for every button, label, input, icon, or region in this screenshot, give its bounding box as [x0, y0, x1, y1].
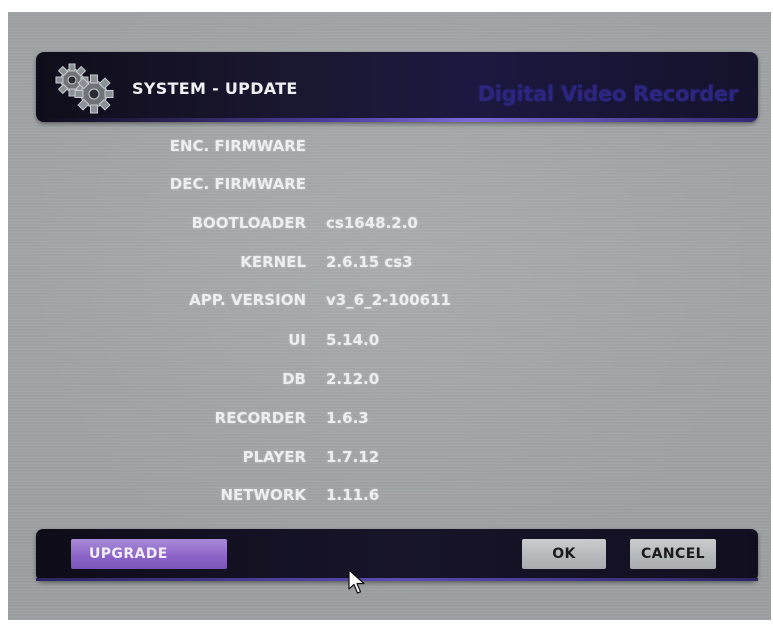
info-label: UI: [288, 331, 306, 349]
info-label: DEC. FIRMWARE: [169, 175, 306, 193]
info-value: 1.6.3: [326, 409, 369, 427]
info-value: 1.7.12: [326, 448, 380, 466]
info-value: 5.14.0: [326, 331, 380, 349]
info-label: ENC. FIRMWARE: [169, 137, 306, 155]
info-label: KERNEL: [240, 253, 306, 271]
info-row-enc-firmware: ENC. FIRMWARE: [8, 137, 771, 163]
info-row-network: NETWORK 1.11.6: [8, 486, 771, 512]
ok-button[interactable]: OK: [522, 539, 606, 569]
info-label: APP. VERSION: [189, 291, 306, 309]
info-value: 1.11.6: [326, 486, 380, 504]
info-value: 2.12.0: [326, 370, 380, 388]
mouse-cursor-icon: [348, 569, 365, 594]
cancel-button[interactable]: CANCEL: [630, 539, 716, 569]
info-value: 2.6.15 cs3: [326, 253, 413, 271]
info-row-db: DB 2.12.0: [8, 370, 771, 396]
info-value: cs1648.2.0: [326, 214, 418, 232]
info-row-bootloader: BOOTLOADER cs1648.2.0: [8, 214, 771, 240]
upgrade-button[interactable]: UPGRADE: [71, 539, 227, 569]
action-bar: UPGRADE OK CANCEL: [36, 529, 758, 581]
info-row-ui: UI 5.14.0: [8, 331, 771, 357]
info-label: NETWORK: [220, 486, 306, 504]
info-row-app-version: APP. VERSION v3_6_2-100611: [8, 291, 771, 317]
info-row-kernel: KERNEL 2.6.15 cs3: [8, 253, 771, 279]
info-label: RECORDER: [214, 409, 306, 427]
info-label: PLAYER: [242, 448, 306, 466]
info-label: BOOTLOADER: [191, 214, 306, 232]
dvr-screen: SYSTEM - UPDATE Digital Video Recorder E…: [8, 12, 771, 620]
info-row-dec-firmware: DEC. FIRMWARE: [8, 175, 771, 201]
info-row-recorder: RECORDER 1.6.3: [8, 409, 771, 435]
info-row-player: PLAYER 1.7.12: [8, 448, 771, 474]
info-label: DB: [282, 370, 306, 388]
info-value: v3_6_2-100611: [326, 291, 451, 309]
